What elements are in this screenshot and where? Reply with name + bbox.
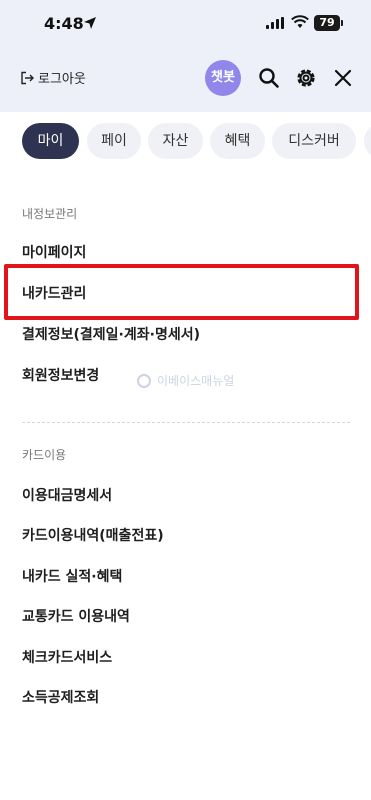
status-bar: 4:48 79 [0, 0, 371, 48]
tab-overflow[interactable] [364, 123, 371, 159]
tab-discover[interactable]: 디스커버 [272, 123, 356, 159]
close-icon[interactable] [331, 66, 355, 90]
menu-header: 로그아웃 챗봇 [0, 56, 371, 100]
highlight-box [4, 264, 359, 320]
wifi-icon [291, 15, 309, 28]
menu-item-my-page[interactable]: 마이페이지 [22, 242, 86, 262]
watermark: 이베이스매뉴얼 [137, 372, 234, 389]
logout-icon [21, 71, 34, 84]
battery-cap [341, 20, 343, 26]
section-title-my-info: 내정보관리 [22, 207, 78, 221]
watermark-icon [137, 373, 151, 388]
logout-button[interactable]: 로그아웃 [20, 68, 86, 87]
tab-benefits[interactable]: 혜택 [210, 123, 265, 159]
section-divider [22, 422, 350, 423]
menu-item-card-performance-benefits[interactable]: 내카드 실적·혜택 [22, 566, 122, 586]
cellular-signal-icon [266, 17, 284, 29]
menu-item-income-deduction[interactable]: 소득공제조회 [22, 687, 99, 707]
chatbot-button[interactable]: 챗봇 [205, 60, 241, 96]
menu-item-billing-statement[interactable]: 이용대금명세서 [22, 485, 112, 505]
gear-icon[interactable] [294, 66, 318, 90]
category-tabs: 마이 페이 자산 혜택 디스커버 [0, 123, 371, 161]
menu-item-card-usage-history[interactable]: 카드이용내역(매출전표) [22, 525, 164, 545]
status-time: 4:48 [44, 14, 84, 33]
menu-item-transit-card-history[interactable]: 교통카드 이용내역 [22, 606, 130, 626]
tab-pay[interactable]: 페이 [87, 123, 141, 159]
menu-item-payment-info[interactable]: 결제정보(결제일·계좌·명세서) [22, 324, 200, 344]
search-icon[interactable] [257, 66, 281, 90]
menu-item-check-card-service[interactable]: 체크카드서비스 [22, 647, 112, 667]
section-title-card-usage: 카드이용 [22, 448, 67, 462]
location-arrow-icon [84, 17, 96, 29]
scroll-fade [0, 162, 371, 192]
tab-my[interactable]: 마이 [22, 123, 79, 159]
battery-indicator: 79 [314, 15, 340, 31]
watermark-text: 이베이스매뉴얼 [157, 374, 235, 388]
top-panel: 4:48 79 로그아웃 챗봇 [0, 0, 371, 112]
menu-item-member-info-change[interactable]: 회원정보변경 [22, 365, 99, 385]
tab-assets[interactable]: 자산 [148, 123, 203, 159]
logout-label: 로그아웃 [38, 72, 86, 87]
